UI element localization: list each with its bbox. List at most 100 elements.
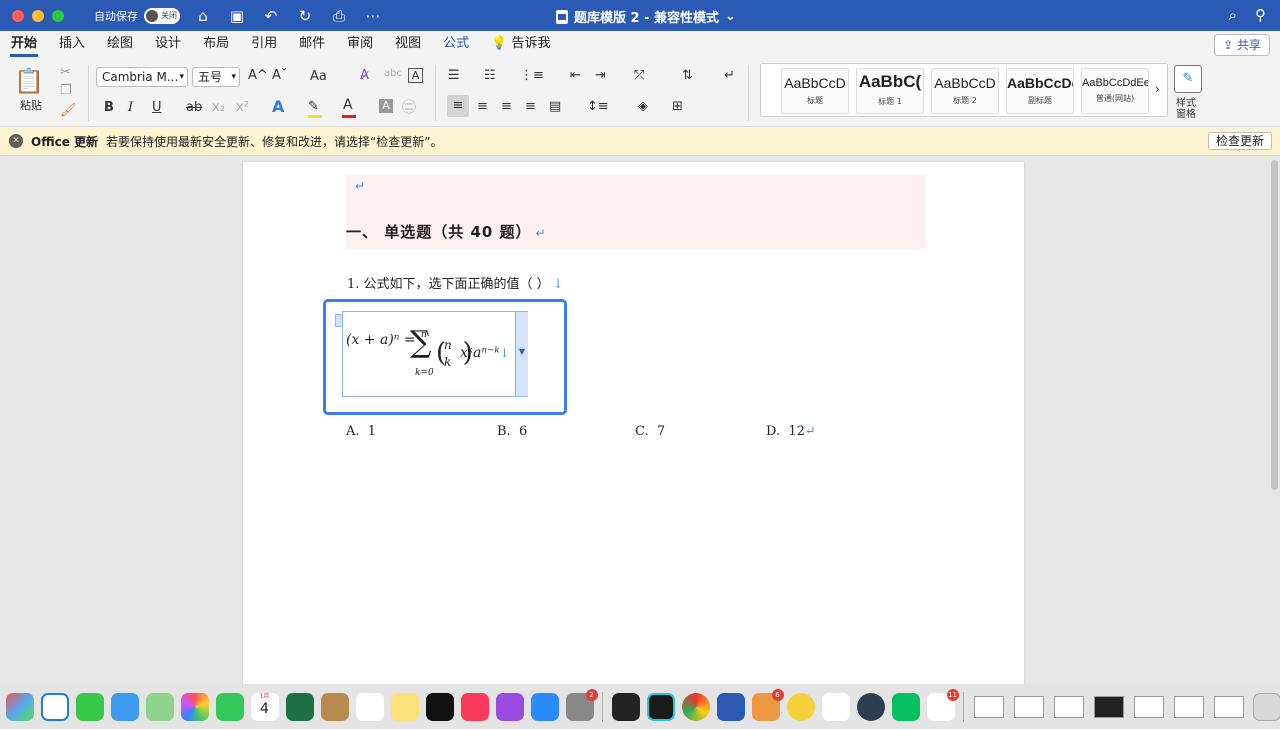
multilevel-list-icon[interactable]: ⋮≡: [520, 68, 544, 83]
messages-icon[interactable]: [75, 692, 104, 721]
superscript-button[interactable]: x²: [236, 100, 249, 115]
font-color-icon[interactable]: A: [343, 97, 353, 113]
option-d[interactable]: D. 12↵: [766, 424, 816, 439]
electron-icon[interactable]: [856, 692, 885, 721]
align-center-icon[interactable]: ≡: [477, 99, 488, 114]
char-border-icon[interactable]: A: [408, 68, 423, 83]
show-marks-icon[interactable]: ↵: [724, 68, 735, 83]
window-thumbnail[interactable]: [1094, 695, 1124, 718]
shrink-font-button[interactable]: Aˇ: [272, 68, 287, 83]
save-icon[interactable]: ▣: [228, 7, 246, 25]
minimize-window-button[interactable]: [32, 9, 44, 22]
tab-view[interactable]: 视图: [384, 31, 432, 59]
option-a[interactable]: A. 1: [346, 424, 376, 439]
print-icon[interactable]: ⎙: [330, 7, 348, 25]
borders-icon[interactable]: ⊞: [672, 99, 683, 114]
account-icon[interactable]: ⚲: [1255, 6, 1266, 24]
chrome-icon[interactable]: [681, 692, 710, 721]
notes-icon[interactable]: [390, 692, 419, 721]
tab-mailings[interactable]: 邮件: [288, 31, 336, 59]
maps-icon[interactable]: [145, 692, 174, 721]
calendar-icon[interactable]: 1月 4: [250, 692, 279, 721]
justify-icon[interactable]: ≡: [525, 99, 536, 114]
strikethrough-button[interactable]: ab: [186, 100, 202, 115]
copy-icon[interactable]: ❐: [60, 83, 72, 98]
sort-icon[interactable]: ⇅: [682, 68, 693, 83]
undo-icon[interactable]: ↶: [262, 7, 280, 25]
window-thumbnail[interactable]: [1014, 695, 1044, 718]
clipboard-icon[interactable]: 📋: [14, 67, 44, 95]
shading-icon[interactable]: ◈: [638, 99, 648, 114]
webstorm-icon[interactable]: [646, 692, 675, 721]
tab-tell-me[interactable]: 💡 告诉我: [480, 31, 561, 59]
system-preferences-icon[interactable]: 2: [565, 688, 598, 721]
option-c[interactable]: C. 7: [635, 424, 665, 439]
tab-draw[interactable]: 绘图: [96, 31, 144, 59]
vertical-scrollbar[interactable]: [1271, 160, 1278, 490]
underline-button[interactable]: U: [152, 100, 162, 115]
maximize-window-button[interactable]: [52, 9, 64, 22]
section-heading[interactable]: 一、 单选题（共 40 题） ↵: [346, 221, 547, 242]
align-left-icon[interactable]: ≡: [447, 95, 469, 117]
close-window-button[interactable]: [12, 9, 24, 22]
reminders-icon[interactable]: [355, 692, 384, 721]
bold-button[interactable]: B: [104, 100, 114, 115]
phonetic-guide-icon[interactable]: abc: [384, 68, 402, 79]
tab-home[interactable]: 开始: [0, 31, 48, 59]
more-icon[interactable]: ⋯: [364, 7, 382, 25]
close-icon[interactable]: ✕: [9, 134, 23, 148]
window-thumbnail[interactable]: [1134, 695, 1164, 718]
increase-indent-icon[interactable]: ⇥: [595, 68, 606, 83]
wechat-icon[interactable]: [891, 692, 920, 721]
tab-layout[interactable]: 布局: [192, 31, 240, 59]
apple-tv-icon[interactable]: [425, 692, 454, 721]
podcasts-icon[interactable]: [495, 692, 524, 721]
enclose-char-icon[interactable]: ㊁: [402, 97, 416, 117]
text-effects-icon[interactable]: A: [272, 97, 284, 116]
distributed-icon[interactable]: ▤: [549, 99, 561, 114]
layers-app-icon[interactable]: [821, 692, 850, 721]
mail-app-icon[interactable]: 11: [926, 688, 959, 721]
font-size-dropdown[interactable]: 五号 ▾: [192, 67, 240, 87]
tab-review[interactable]: 审阅: [336, 31, 384, 59]
bullets-icon[interactable]: ☰: [448, 68, 460, 83]
style-heading-2[interactable]: AaBbCcD 标题 2: [931, 68, 999, 114]
document-page[interactable]: ↵ 一、 单选题（共 40 题） ↵ 1. 公式如下，选下面正确的值（ ） ↓ ▼ …: [243, 162, 1024, 684]
facetime-icon[interactable]: [215, 692, 244, 721]
asian-layout-icon[interactable]: ⤱: [634, 68, 644, 83]
autosave-toggle[interactable]: 关闭: [144, 7, 180, 24]
line-spacing-icon[interactable]: ↕≡: [587, 99, 609, 114]
style-normal-web[interactable]: AaBbCcDdEe 普通(网站): [1081, 68, 1149, 114]
highlight-icon[interactable]: ✎: [308, 99, 319, 114]
home-icon[interactable]: ⌂: [194, 7, 212, 25]
equation-options-dropdown[interactable]: ▼: [515, 312, 528, 396]
window-thumbnail[interactable]: [1054, 695, 1084, 718]
question-text[interactable]: 1. 公式如下，选下面正确的值（ ） ↓: [347, 273, 564, 292]
contacts-icon[interactable]: [320, 692, 349, 721]
app-store-icon[interactable]: [530, 692, 559, 721]
photos-icon[interactable]: [180, 692, 209, 721]
tab-design[interactable]: 设计: [144, 31, 192, 59]
grow-font-button[interactable]: A^: [248, 68, 268, 83]
style-title[interactable]: AaBbCcD 标题: [781, 68, 849, 114]
launchpad-icon[interactable]: [5, 692, 34, 721]
style-subtitle[interactable]: AaBbCcDe 副标题: [1006, 68, 1074, 114]
tab-insert[interactable]: 插入: [48, 31, 96, 59]
equation-drag-handle[interactable]: [335, 314, 343, 327]
clear-format-icon[interactable]: A̷: [360, 68, 369, 83]
window-title[interactable]: 题库模版 2 - 兼容性模式 ⌄: [556, 7, 736, 26]
excel-icon[interactable]: [285, 692, 314, 721]
sketch-icon[interactable]: [786, 692, 815, 721]
window-thumbnail[interactable]: [1214, 695, 1244, 718]
change-case-button[interactable]: Aa: [310, 69, 327, 84]
mail-icon[interactable]: [110, 692, 139, 721]
subscript-button[interactable]: x₂: [212, 100, 225, 115]
tab-equation[interactable]: 公式: [432, 31, 480, 59]
chevron-right-icon[interactable]: ›: [1155, 82, 1160, 96]
terminal-icon[interactable]: [611, 692, 640, 721]
window-thumbnail[interactable]: [974, 695, 1004, 718]
font-name-dropdown[interactable]: Cambria M... ▾: [96, 67, 188, 87]
italic-button[interactable]: I: [128, 100, 133, 115]
option-b[interactable]: B. 6: [497, 424, 527, 439]
search-icon[interactable]: ⌕: [1229, 6, 1237, 24]
